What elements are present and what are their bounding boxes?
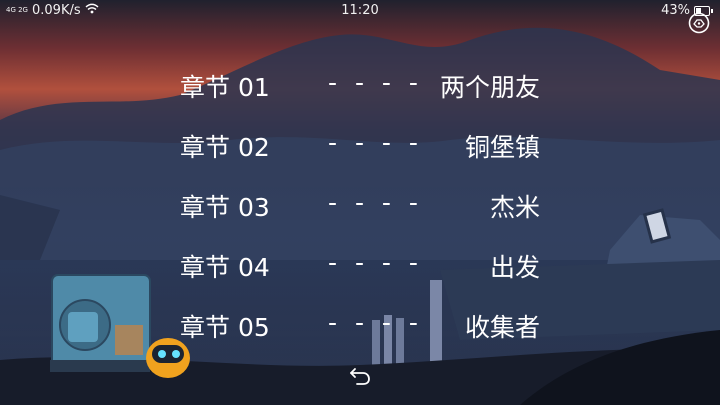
chapter-title: 出发 — [489, 253, 540, 282]
gamepad-bubble-icon[interactable] — [688, 12, 710, 34]
chapter-separator: - - - - — [328, 248, 423, 277]
chapter-separator: - - - - — [328, 68, 423, 97]
chapter-number: 章节 01 — [180, 73, 270, 102]
chapter-separator: - - - - — [328, 188, 423, 217]
chapter-row[interactable]: 章节 03 - - - - 杰米 — [180, 182, 540, 242]
back-arrow-icon — [350, 368, 370, 385]
chapter-separator: - - - - — [328, 308, 423, 337]
chapter-number: 章节 02 — [180, 133, 270, 162]
chapter-title: 收集者 — [464, 313, 540, 342]
chapter-title: 铜堡镇 — [464, 133, 540, 162]
chapter-number: 章节 04 — [180, 253, 270, 282]
chapter-list: 章节 01 - - - - 两个朋友 章节 02 - - - - 铜堡镇 章节 … — [180, 62, 540, 362]
chapter-title: 两个朋友 — [439, 73, 540, 102]
status-bar: 4G 2G 0.09K/s 11:20 43% — [0, 0, 720, 22]
chapter-number: 章节 03 — [180, 193, 270, 222]
chapter-number: 章节 05 — [180, 313, 270, 342]
chapter-separator: - - - - — [328, 128, 423, 157]
chapter-row[interactable]: 章节 02 - - - - 铜堡镇 — [180, 122, 540, 182]
battery-percent: 43% — [661, 3, 690, 18]
chapter-row[interactable]: 章节 01 - - - - 两个朋友 — [180, 62, 540, 122]
chapter-row[interactable]: 章节 04 - - - - 出发 — [180, 242, 540, 302]
chapter-row[interactable]: 章节 05 - - - - 收集者 — [180, 302, 540, 362]
back-button[interactable] — [348, 366, 372, 386]
chapter-title: 杰米 — [489, 193, 540, 222]
status-time: 11:20 — [341, 3, 379, 18]
